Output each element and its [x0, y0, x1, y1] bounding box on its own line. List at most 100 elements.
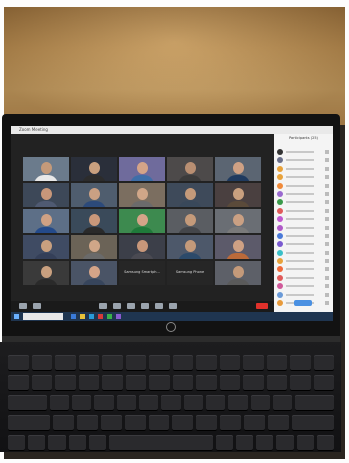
video-tile[interactable]: Samsung Smartph... [119, 261, 165, 285]
taskbar-search-input[interactable] [23, 313, 63, 320]
key [149, 375, 170, 391]
window-controls[interactable] [313, 127, 329, 142]
participant-name-line [286, 276, 314, 279]
video-tile[interactable] [215, 209, 261, 233]
participant-row[interactable] [277, 165, 331, 173]
mic-icon [325, 259, 329, 264]
participant-body [82, 253, 106, 259]
invite-button[interactable] [294, 300, 312, 306]
participant-row[interactable] [277, 291, 331, 299]
video-tile[interactable] [23, 261, 69, 285]
video-tile[interactable] [215, 183, 261, 207]
participant-name-line [286, 268, 314, 271]
video-tile[interactable] [119, 157, 165, 181]
mute-button[interactable] [19, 303, 27, 309]
participant-body [178, 227, 202, 233]
mic-icon [325, 217, 329, 222]
key [31, 375, 52, 391]
video-tile[interactable] [71, 235, 117, 259]
taskbar-app-icon[interactable] [107, 314, 112, 319]
participant-face [41, 162, 52, 174]
avatar [277, 291, 283, 298]
mic-icon [325, 150, 329, 154]
key [125, 355, 146, 371]
keyboard-row [8, 435, 334, 451]
key [78, 355, 99, 371]
video-tile[interactable] [167, 235, 213, 259]
key [220, 415, 242, 431]
share-screen-button[interactable] [141, 303, 149, 309]
participants-button[interactable] [113, 303, 121, 309]
video-tile[interactable] [167, 183, 213, 207]
video-tile[interactable] [71, 209, 117, 233]
record-button[interactable] [155, 303, 163, 309]
key [55, 375, 76, 391]
video-tile[interactable] [119, 183, 165, 207]
key [196, 375, 217, 391]
video-tile[interactable] [119, 209, 165, 233]
participant-row[interactable] [277, 274, 331, 282]
key [8, 375, 29, 391]
video-tile[interactable] [215, 157, 261, 181]
participant-row[interactable] [277, 190, 331, 198]
key [276, 435, 294, 451]
participant-row[interactable] [277, 265, 331, 273]
end-meeting-button[interactable] [256, 303, 268, 309]
participant-row[interactable] [277, 148, 331, 156]
key [183, 395, 203, 411]
participant-body [34, 201, 58, 207]
video-button[interactable] [33, 303, 41, 309]
participant-row[interactable] [277, 156, 331, 164]
video-tile[interactable] [215, 235, 261, 259]
video-tile[interactable] [23, 209, 69, 233]
chat-button[interactable] [127, 303, 135, 309]
key [88, 435, 107, 451]
participant-body [130, 201, 154, 207]
participant-row[interactable] [277, 282, 331, 290]
video-tile[interactable] [215, 261, 261, 285]
participant-row[interactable] [277, 257, 331, 265]
key [8, 435, 26, 451]
video-tile[interactable] [167, 157, 213, 181]
taskbar-app-icon[interactable] [89, 314, 94, 319]
video-tile[interactable] [119, 235, 165, 259]
participant-row[interactable] [277, 240, 331, 248]
avatar [277, 165, 283, 172]
security-button[interactable] [99, 303, 107, 309]
taskbar-app-icon[interactable] [116, 314, 121, 319]
participant-row[interactable] [277, 232, 331, 240]
video-tile[interactable] [23, 157, 69, 181]
video-tile[interactable] [71, 261, 117, 285]
participant-row[interactable] [277, 224, 331, 232]
start-icon[interactable] [14, 314, 19, 319]
video-tile[interactable] [71, 157, 117, 181]
video-tile[interactable]: Samsung Phone [167, 261, 213, 285]
key [272, 395, 293, 411]
participant-face [233, 214, 244, 226]
mic-icon [325, 233, 329, 238]
participant-row[interactable] [277, 207, 331, 215]
participant-name-line [286, 285, 314, 288]
video-tile[interactable] [167, 209, 213, 233]
participant-row[interactable] [277, 198, 331, 206]
key [55, 355, 76, 371]
participant-body [82, 175, 106, 181]
taskbar-app-icon[interactable] [98, 314, 103, 319]
laptop-screen: Zoom Meeting Samsung Smartph... Samsung P… [11, 126, 333, 321]
reactions-button[interactable] [169, 303, 177, 309]
participant-row[interactable] [277, 249, 331, 257]
taskbar-app-icon[interactable] [71, 314, 76, 319]
participant-face [89, 240, 100, 252]
avatar [277, 249, 283, 256]
key [219, 355, 240, 371]
video-tile[interactable] [23, 183, 69, 207]
taskbar-app-icon[interactable] [80, 314, 85, 319]
keyboard-row [8, 355, 334, 371]
participant-row[interactable] [277, 173, 331, 181]
video-tile[interactable] [23, 235, 69, 259]
participant-face [41, 214, 52, 226]
participant-name-line [286, 176, 314, 179]
participant-row[interactable] [277, 215, 331, 223]
video-tile[interactable] [71, 183, 117, 207]
participant-row[interactable] [277, 182, 331, 190]
